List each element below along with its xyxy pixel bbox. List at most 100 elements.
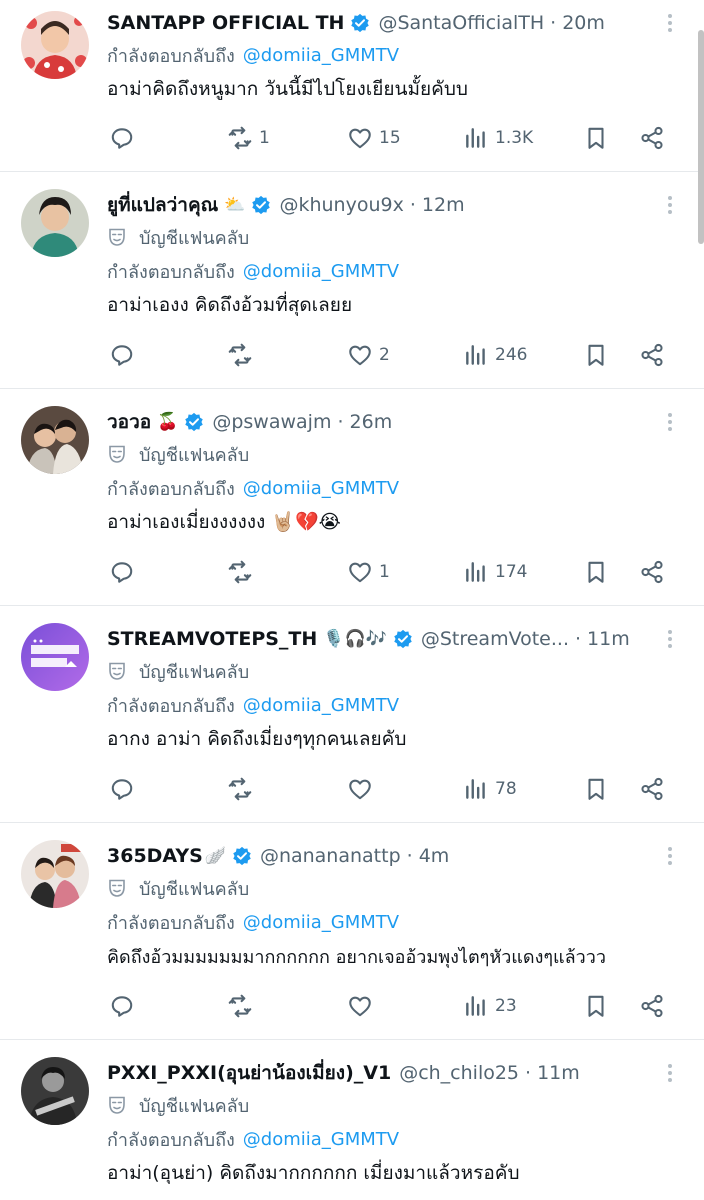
- bookmark-icon: [588, 561, 604, 583]
- fanclub-label: บัญชีแฟนคลับ: [107, 654, 684, 688]
- heart-icon: [349, 996, 371, 1017]
- bookmark-button[interactable]: [583, 337, 609, 373]
- scrollbar-thumb[interactable]: [698, 30, 704, 244]
- handle[interactable]: @khunyou9x: [279, 194, 403, 216]
- avatar[interactable]: [21, 1057, 89, 1125]
- like-button[interactable]: [347, 988, 379, 1024]
- timestamp[interactable]: 11m: [537, 1062, 580, 1084]
- separator-dot: ·: [337, 411, 344, 433]
- reply-context: กำลังตอบกลับถึง @domiia_GMMTV: [107, 38, 684, 72]
- retweet-button[interactable]: [227, 337, 259, 373]
- avatar[interactable]: [21, 840, 89, 908]
- retweet-button[interactable]: 1: [227, 120, 270, 156]
- mask-icon: [109, 662, 125, 680]
- reply-to-link[interactable]: @domiia_GMMTV: [243, 912, 399, 933]
- display-name[interactable]: PXXI_PXXI(อุนย่าน้องเมี่ยง)_V1: [107, 1058, 391, 1088]
- verified-badge-icon: [233, 846, 251, 866]
- more-options-button[interactable]: [656, 1059, 684, 1087]
- display-name[interactable]: 365DAYS: [107, 845, 203, 867]
- display-name[interactable]: SANTAPP OFFICIAL TH: [107, 12, 344, 34]
- tweet[interactable]: STREAMVOTEPS_TH 🎙️🎧🎶 @StreamVote... · 11…: [0, 606, 704, 823]
- reply-prefix: กำลังตอบกลับถึง: [107, 478, 235, 500]
- tweet[interactable]: SANTAPP OFFICIAL TH @SantaOfficialTH · 2…: [0, 0, 704, 172]
- views-icon: [466, 562, 485, 582]
- separator-dot: ·: [550, 12, 557, 34]
- share-button[interactable]: [639, 337, 665, 373]
- display-name[interactable]: วอวอ: [107, 407, 151, 437]
- views-button[interactable]: 246: [463, 337, 527, 373]
- handle[interactable]: @SantaOfficialTH: [378, 12, 544, 34]
- retweet-button[interactable]: [227, 771, 259, 807]
- tweet[interactable]: PXXI_PXXI(อุนย่าน้องเมี่ยง)_V1 @ch_chilo…: [0, 1040, 704, 1200]
- separator-dot: ·: [574, 628, 582, 650]
- retweet-button[interactable]: [227, 988, 259, 1024]
- views-count: 23: [495, 996, 517, 1016]
- bookmark-button[interactable]: [583, 554, 609, 590]
- bookmark-button[interactable]: [583, 988, 609, 1024]
- reply-icon: [111, 562, 133, 583]
- bookmark-button[interactable]: [583, 771, 609, 807]
- reply-to-link[interactable]: @domiia_GMMTV: [243, 1129, 399, 1150]
- avatar[interactable]: [21, 406, 89, 474]
- views-icon: [466, 128, 485, 148]
- share-button[interactable]: [639, 120, 665, 156]
- reply-prefix: กำลังตอบกลับถึง: [107, 695, 235, 717]
- timestamp[interactable]: 26m: [350, 411, 393, 433]
- like-button[interactable]: 1: [347, 554, 390, 590]
- handle[interactable]: @nanananattp: [260, 845, 401, 867]
- mask-icon: [109, 1096, 125, 1114]
- like-count: 1: [379, 562, 390, 582]
- like-button[interactable]: [347, 771, 379, 807]
- timestamp[interactable]: 11m: [587, 628, 630, 650]
- reply-button[interactable]: [109, 337, 135, 373]
- views-button[interactable]: 174: [463, 554, 527, 590]
- handle[interactable]: @pswawajm: [212, 411, 331, 433]
- views-button[interactable]: 78: [463, 771, 517, 807]
- reply-prefix: กำลังตอบกลับถึง: [107, 912, 235, 934]
- separator-dot: ·: [406, 845, 413, 867]
- share-button[interactable]: [639, 554, 665, 590]
- handle[interactable]: @ch_chilo25: [399, 1062, 519, 1084]
- tweet[interactable]: วอวอ 🍒 @pswawajm · 26m บัญชีแฟนคลับ กำลั…: [0, 389, 704, 606]
- retweet-count: 1: [259, 128, 270, 148]
- share-button[interactable]: [639, 988, 665, 1024]
- like-button[interactable]: 15: [347, 120, 401, 156]
- reply-button[interactable]: [109, 771, 135, 807]
- more-options-button[interactable]: [656, 842, 684, 870]
- views-button[interactable]: 1.3K: [463, 120, 533, 156]
- more-options-button[interactable]: [656, 191, 684, 219]
- reply-context: กำลังตอบกลับถึง @domiia_GMMTV: [107, 1122, 684, 1156]
- reply-button[interactable]: [109, 988, 135, 1024]
- avatar[interactable]: [21, 623, 89, 691]
- like-button[interactable]: 2: [347, 337, 390, 373]
- reply-to-link[interactable]: @domiia_GMMTV: [243, 261, 399, 282]
- tweet[interactable]: ยูที่แปลว่าคุณ ⛅ @khunyou9x · 12m บัญชีแ…: [0, 172, 704, 389]
- fanclub-label: บัญชีแฟนคลับ: [107, 220, 684, 254]
- views-count: 246: [495, 345, 528, 365]
- reply-button[interactable]: [109, 554, 135, 590]
- views-button[interactable]: 23: [463, 988, 517, 1024]
- bookmark-icon: [588, 127, 604, 149]
- handle[interactable]: @StreamVote...: [421, 628, 569, 650]
- reply-to-link[interactable]: @domiia_GMMTV: [243, 478, 399, 499]
- share-icon: [641, 994, 663, 1018]
- timestamp[interactable]: 20m: [562, 12, 605, 34]
- more-options-button[interactable]: [656, 625, 684, 653]
- display-name[interactable]: STREAMVOTEPS_TH: [107, 628, 317, 650]
- more-options-button[interactable]: [656, 9, 684, 37]
- avatar[interactable]: [21, 189, 89, 257]
- reply-feed: SANTAPP OFFICIAL TH @SantaOfficialTH · 2…: [0, 0, 704, 1200]
- reply-to-link[interactable]: @domiia_GMMTV: [243, 695, 399, 716]
- more-options-button[interactable]: [656, 408, 684, 436]
- timestamp[interactable]: 12m: [422, 194, 465, 216]
- verified-badge-icon: [351, 13, 370, 33]
- display-name[interactable]: ยูที่แปลว่าคุณ: [107, 190, 218, 220]
- retweet-button[interactable]: [227, 554, 259, 590]
- bookmark-button[interactable]: [583, 120, 609, 156]
- tweet[interactable]: 365DAYS 🪽 @nanananattp · 4m บัญชีแฟนคลับ…: [0, 823, 704, 1040]
- avatar[interactable]: [21, 11, 89, 79]
- share-button[interactable]: [639, 771, 665, 807]
- timestamp[interactable]: 4m: [419, 845, 450, 867]
- reply-button[interactable]: [109, 120, 135, 156]
- reply-to-link[interactable]: @domiia_GMMTV: [243, 45, 399, 66]
